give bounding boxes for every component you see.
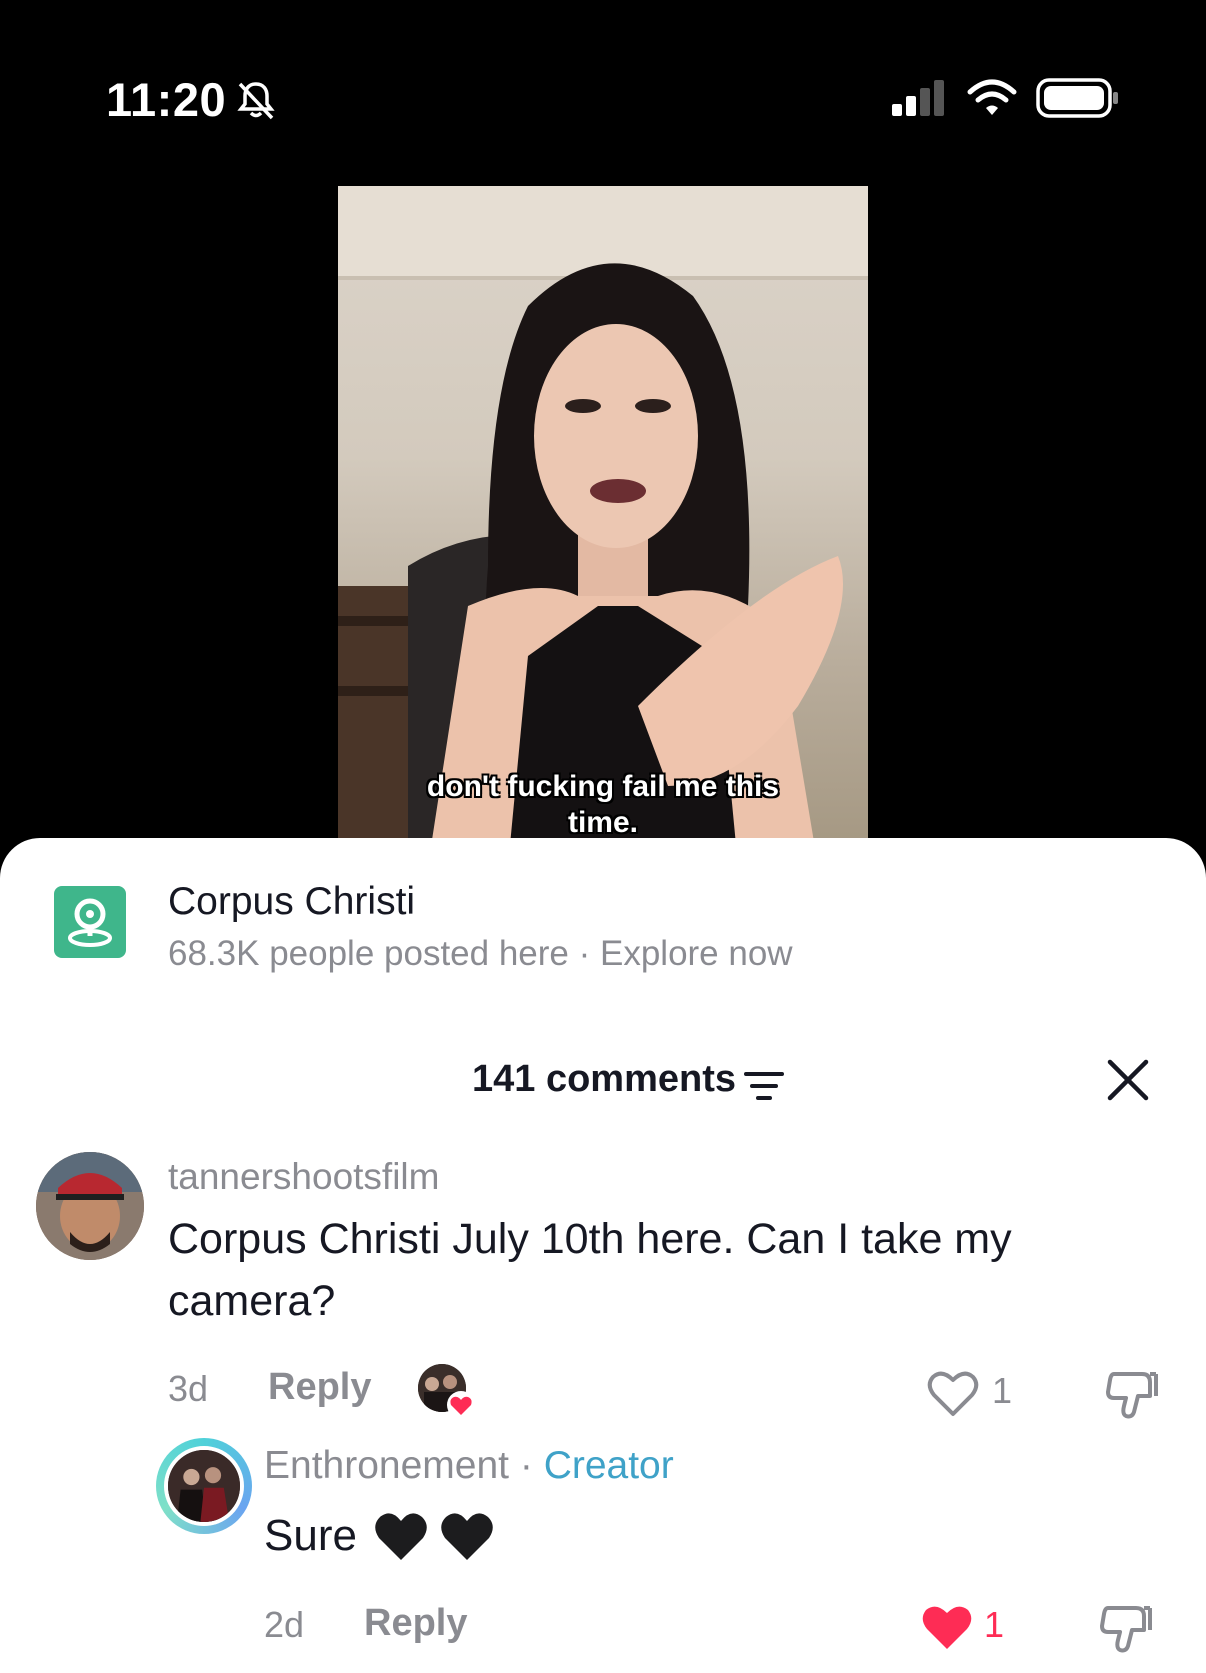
reply-username[interactable]: Enthronement: [264, 1444, 509, 1487]
reply-text: Sure: [264, 1511, 357, 1560]
reply-button[interactable]: Reply: [364, 1602, 467, 1645]
status-bar: 11:20: [0, 0, 1206, 180]
close-icon[interactable]: [1106, 1058, 1150, 1102]
video-caption-line-2: time.: [567, 806, 639, 839]
avatar[interactable]: [36, 1152, 144, 1260]
comment-text: Corpus Christi July 10th here. Can I tak…: [168, 1215, 1012, 1325]
thumbs-down-icon[interactable]: [1104, 1366, 1160, 1422]
creator-avatar[interactable]: [164, 1446, 244, 1526]
reply-button[interactable]: Reply: [268, 1366, 371, 1409]
comments-sheet: Corpus Christi 68.3K people posted here …: [0, 838, 1206, 1673]
reply-text-row: Sure: [264, 1510, 495, 1562]
separator-dot: ·: [519, 1444, 533, 1487]
like-count: 1: [992, 1370, 1013, 1411]
video-frame-illustration: [338, 186, 868, 866]
creator-badge: Creator: [543, 1444, 674, 1487]
comment-timestamp: 3d: [168, 1368, 209, 1409]
location-subtitle[interactable]: 68.3K people posted here · Explore now: [168, 934, 793, 974]
reply-user-line: Enthronement · Creator: [264, 1444, 674, 1488]
status-time: 11:20: [106, 73, 227, 126]
comments-count: 141 comments: [472, 1058, 737, 1100]
liked-by-creator-indicator: [418, 1364, 475, 1420]
heart-icon: [447, 1391, 475, 1419]
comments-header: 141 comments: [0, 1048, 1206, 1108]
cellular-signal-icon: [892, 80, 944, 116]
bell-slash-icon: [237, 82, 275, 120]
comment-username[interactable]: tannershootsfilm: [168, 1156, 439, 1198]
location-title: Corpus Christi: [168, 880, 416, 923]
like-heart-filled-icon[interactable]: [920, 1602, 974, 1652]
like-count: 1: [984, 1604, 1005, 1645]
battery-icon: [1036, 78, 1118, 118]
like-heart-outline-icon[interactable]: [926, 1368, 980, 1418]
filter-sort-icon[interactable]: [744, 1070, 784, 1102]
wifi-icon: [967, 79, 1017, 115]
black-heart-emoji-icon: [375, 1513, 427, 1560]
black-heart-emoji-icon: [441, 1513, 493, 1560]
thumbs-down-icon[interactable]: [1098, 1600, 1154, 1656]
video-caption-line-1: don't fucking fail me this: [426, 770, 780, 803]
location-pin-icon: [54, 886, 126, 958]
reply-timestamp: 2d: [264, 1604, 305, 1645]
video-player[interactable]: don't fucking fail me this time.: [338, 186, 868, 866]
